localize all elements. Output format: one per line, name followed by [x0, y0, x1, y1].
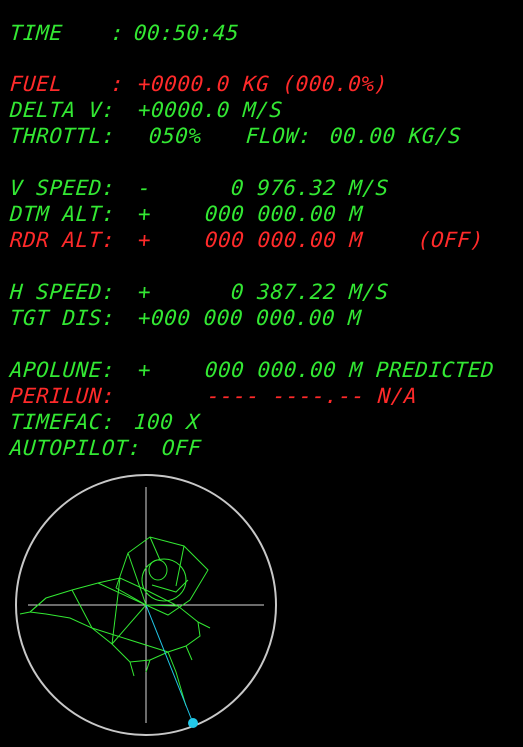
delta-v-readout: DELTA V: +0000.0 M/S	[9, 97, 283, 123]
time-separator: :	[110, 21, 125, 45]
tgt-dis-value: +000 000 000.00 M	[137, 306, 363, 330]
flow-value: 00.00 KG/S	[329, 124, 463, 148]
v-speed-readout: V SPEED: - 0 976.32 M/S	[9, 175, 389, 201]
trajectory-vector	[145, 604, 194, 724]
attitude-scope	[15, 474, 277, 736]
throttle-value: 050%	[148, 124, 203, 148]
v-speed-sign: -	[137, 176, 152, 200]
time-label: TIME	[9, 21, 64, 45]
rdr-alt-label: RDR ALT:	[9, 228, 116, 252]
timefac-label: TIMEFAC:	[9, 410, 116, 434]
lunar-lander-wireframe-icon	[19, 536, 211, 707]
dtm-alt-label: DTM ALT:	[9, 202, 116, 226]
dtm-alt-sign: +	[137, 202, 152, 226]
time-readout: TIME : 00:50:45	[9, 20, 240, 46]
apolune-sign: +	[137, 358, 152, 382]
lander-hud: TIME : 00:50:45 FUEL : +0000.0 KG (000.0…	[0, 0, 523, 747]
autopilot-label: AUTOPILOT:	[9, 436, 143, 460]
throttle-label: THROTTL:	[9, 124, 116, 148]
delta-v-value: +0000.0 M/S	[137, 98, 284, 122]
v-speed-label: V SPEED:	[9, 176, 116, 200]
h-speed-readout: H SPEED: + 0 387.22 M/S	[9, 279, 389, 305]
perilun-readout: PERILUN: ---- ----.-- N/A	[9, 383, 418, 409]
dtm-alt-readout: DTM ALT: + 000 000.00 M	[9, 201, 363, 227]
v-speed-value: 0 976.32 M/S	[230, 176, 390, 200]
fuel-value: +0000.0 KG (000.0%)	[137, 72, 389, 96]
fuel-separator: :	[110, 72, 125, 96]
trajectory-dot-icon	[188, 718, 198, 728]
fuel-readout: FUEL : +0000.0 KG (000.0%)	[9, 71, 388, 97]
dtm-alt-value: 000 000.00 M	[204, 202, 364, 226]
autopilot-value: OFF	[161, 436, 203, 460]
throttle-readout: THROTTL: 050% FLOW: 00.00 KG/S	[9, 123, 462, 149]
tgt-dis-label: TGT DIS:	[9, 306, 116, 330]
h-speed-sign: +	[137, 280, 152, 304]
rdr-alt-sign: +	[137, 228, 152, 252]
flow-label: FLOW:	[245, 124, 313, 148]
timefac-readout: TIMEFAC: 100 X	[9, 409, 200, 435]
time-value: 00:50:45	[133, 21, 240, 45]
tgt-dis-readout: TGT DIS: +000 000 000.00 M	[9, 305, 362, 331]
rdr-alt-readout: RDR ALT: + 000 000.00 M (OFF)	[9, 227, 484, 253]
apolune-readout: APOLUNE: + 000 000.00 M PREDICTED	[9, 357, 495, 383]
fuel-label: FUEL	[9, 72, 64, 96]
delta-v-label: DELTA V:	[9, 98, 116, 122]
perilun-label: PERILUN:	[9, 384, 116, 408]
h-speed-value: 0 387.22 M/S	[230, 280, 390, 304]
rdr-alt-status: (OFF)	[417, 228, 485, 252]
apolune-value: 000 000.00 M PREDICTED	[204, 358, 495, 382]
rdr-alt-value: 000 000.00 M	[204, 228, 364, 252]
autopilot-readout: AUTOPILOT: OFF	[9, 435, 202, 461]
timefac-value: 100 X	[133, 410, 201, 434]
perilun-value: ---- ----.-- N/A	[206, 384, 419, 408]
apolune-label: APOLUNE:	[9, 358, 116, 382]
h-speed-label: H SPEED:	[9, 280, 116, 304]
